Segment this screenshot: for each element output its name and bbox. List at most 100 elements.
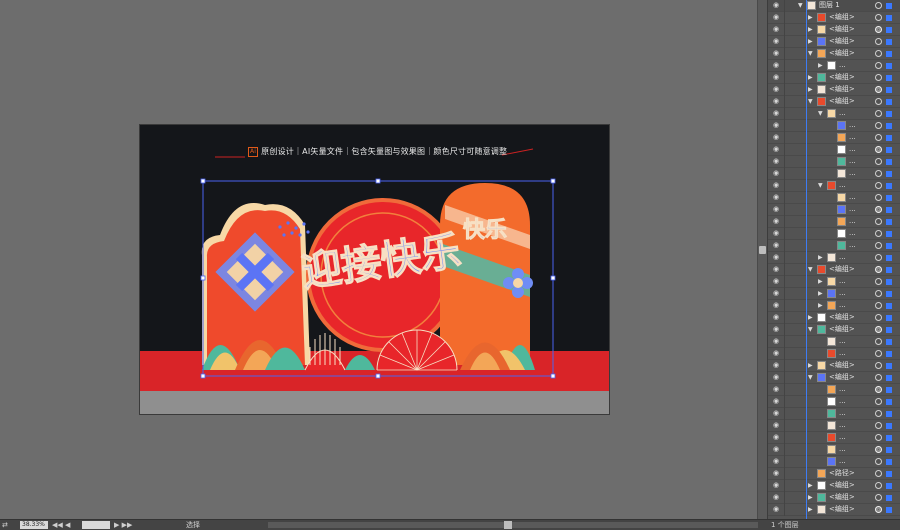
target-circle-icon[interactable] bbox=[875, 2, 882, 9]
selection-indicator[interactable] bbox=[886, 459, 892, 465]
expand-right-icon[interactable]: ▶ bbox=[808, 504, 813, 515]
visibility-eye-icon[interactable]: ◉ bbox=[772, 398, 780, 405]
expand-right-icon[interactable]: ▶ bbox=[818, 60, 823, 71]
selection-indicator[interactable] bbox=[886, 483, 892, 489]
lock-column[interactable] bbox=[784, 324, 785, 336]
expand-right-icon[interactable]: ▶ bbox=[808, 480, 813, 491]
visibility-eye-icon[interactable]: ◉ bbox=[772, 86, 780, 93]
target-circle-icon[interactable] bbox=[875, 302, 882, 309]
expand-right-icon[interactable]: ▶ bbox=[808, 24, 813, 35]
visibility-eye-icon[interactable]: ◉ bbox=[772, 302, 780, 309]
target-circle-icon[interactable] bbox=[875, 266, 882, 273]
selection-indicator[interactable] bbox=[886, 39, 892, 45]
layer-row[interactable]: ◉ ▶... bbox=[768, 288, 900, 300]
layer-row[interactable]: ◉ ▶ <编组> bbox=[768, 84, 900, 96]
layer-row[interactable]: ◉ ▶... bbox=[768, 252, 900, 264]
visibility-eye-icon[interactable]: ◉ bbox=[772, 110, 780, 117]
lock-column[interactable] bbox=[784, 144, 785, 156]
visibility-eye-icon[interactable]: ◉ bbox=[772, 206, 780, 213]
visibility-eye-icon[interactable]: ◉ bbox=[772, 26, 780, 33]
selection-indicator[interactable] bbox=[886, 219, 892, 225]
selection-indicator[interactable] bbox=[886, 3, 892, 9]
selection-indicator[interactable] bbox=[886, 495, 892, 501]
lock-column[interactable] bbox=[784, 276, 785, 288]
lock-column[interactable] bbox=[784, 24, 785, 36]
layer-row[interactable]: ◉ ▼ <编组> bbox=[768, 264, 900, 276]
layer-row[interactable]: ◉... bbox=[768, 156, 900, 168]
visibility-eye-icon[interactable]: ◉ bbox=[772, 458, 780, 465]
lock-column[interactable] bbox=[784, 456, 785, 468]
selection-indicator[interactable] bbox=[886, 99, 892, 105]
lock-column[interactable] bbox=[784, 0, 785, 12]
selection-indicator[interactable] bbox=[886, 231, 892, 237]
selection-indicator[interactable] bbox=[886, 183, 892, 189]
visibility-eye-icon[interactable]: ◉ bbox=[772, 326, 780, 333]
visibility-eye-icon[interactable]: ◉ bbox=[772, 494, 780, 501]
selection-indicator[interactable] bbox=[886, 75, 892, 81]
target-circle-icon[interactable] bbox=[875, 446, 882, 453]
expand-right-icon[interactable]: ▶ bbox=[818, 252, 823, 263]
selection-indicator[interactable] bbox=[886, 507, 892, 513]
target-circle-icon[interactable] bbox=[875, 290, 882, 297]
target-circle-icon[interactable] bbox=[875, 194, 882, 201]
selection-indicator[interactable] bbox=[886, 123, 892, 129]
layer-row[interactable]: ◉... bbox=[768, 204, 900, 216]
layer-row[interactable]: ◉... bbox=[768, 348, 900, 360]
lock-column[interactable] bbox=[784, 204, 785, 216]
target-circle-icon[interactable] bbox=[875, 338, 882, 345]
layer-row[interactable]: ◉... bbox=[768, 144, 900, 156]
lock-column[interactable] bbox=[784, 396, 785, 408]
visibility-eye-icon[interactable]: ◉ bbox=[772, 158, 780, 165]
expand-right-icon[interactable]: ▶ bbox=[818, 300, 823, 311]
layer-row[interactable]: ◉ <路径> bbox=[768, 468, 900, 480]
visibility-eye-icon[interactable]: ◉ bbox=[772, 266, 780, 273]
lock-column[interactable] bbox=[784, 312, 785, 324]
target-circle-icon[interactable] bbox=[875, 26, 882, 33]
target-circle-icon[interactable] bbox=[875, 38, 882, 45]
layer-row[interactable]: ◉... bbox=[768, 444, 900, 456]
expand-right-icon[interactable]: ▶ bbox=[808, 312, 813, 323]
layer-row[interactable]: ◉ ▼... bbox=[768, 180, 900, 192]
target-circle-icon[interactable] bbox=[875, 230, 882, 237]
expand-right-icon[interactable]: ▶ bbox=[808, 36, 813, 47]
visibility-eye-icon[interactable]: ◉ bbox=[772, 350, 780, 357]
visibility-eye-icon[interactable]: ◉ bbox=[772, 278, 780, 285]
layer-row[interactable]: ◉ ▼ <编组> bbox=[768, 324, 900, 336]
layer-row[interactable]: ◉ ▶ <编组> bbox=[768, 24, 900, 36]
target-circle-icon[interactable] bbox=[875, 134, 882, 141]
expand-right-icon[interactable]: ▶ bbox=[818, 288, 823, 299]
vertical-scroll-thumb[interactable] bbox=[759, 246, 766, 254]
lock-column[interactable] bbox=[784, 432, 785, 444]
visibility-eye-icon[interactable]: ◉ bbox=[772, 254, 780, 261]
horizontal-scroll-thumb[interactable] bbox=[504, 521, 512, 529]
selection-indicator[interactable] bbox=[886, 399, 892, 405]
lock-column[interactable] bbox=[784, 372, 785, 384]
layer-row[interactable]: ◉ ▶... bbox=[768, 60, 900, 72]
lock-column[interactable] bbox=[784, 300, 785, 312]
selection-indicator[interactable] bbox=[886, 267, 892, 273]
lock-column[interactable] bbox=[784, 492, 785, 504]
layer-row[interactable]: ◉ ▶ <编组> bbox=[768, 492, 900, 504]
layer-row[interactable]: ◉... bbox=[768, 456, 900, 468]
lock-column[interactable] bbox=[784, 120, 785, 132]
expand-down-icon[interactable]: ▼ bbox=[808, 264, 813, 275]
visibility-eye-icon[interactable]: ◉ bbox=[772, 422, 780, 429]
visibility-eye-icon[interactable]: ◉ bbox=[772, 134, 780, 141]
target-circle-icon[interactable] bbox=[875, 326, 882, 333]
lock-column[interactable] bbox=[784, 216, 785, 228]
layer-row[interactable]: ◉... bbox=[768, 336, 900, 348]
lock-column[interactable] bbox=[784, 384, 785, 396]
visibility-eye-icon[interactable]: ◉ bbox=[772, 170, 780, 177]
visibility-eye-icon[interactable]: ◉ bbox=[772, 218, 780, 225]
target-circle-icon[interactable] bbox=[875, 386, 882, 393]
vertical-scrollbar[interactable] bbox=[757, 0, 767, 519]
lock-column[interactable] bbox=[784, 12, 785, 24]
target-circle-icon[interactable] bbox=[875, 506, 882, 513]
layer-row[interactable]: ◉ ▶ <编组> bbox=[768, 480, 900, 492]
target-circle-icon[interactable] bbox=[875, 314, 882, 321]
visibility-eye-icon[interactable]: ◉ bbox=[772, 338, 780, 345]
visibility-eye-icon[interactable]: ◉ bbox=[772, 374, 780, 381]
layer-row[interactable]: ◉ ▼ <编组> bbox=[768, 372, 900, 384]
target-circle-icon[interactable] bbox=[875, 146, 882, 153]
selection-indicator[interactable] bbox=[886, 27, 892, 33]
